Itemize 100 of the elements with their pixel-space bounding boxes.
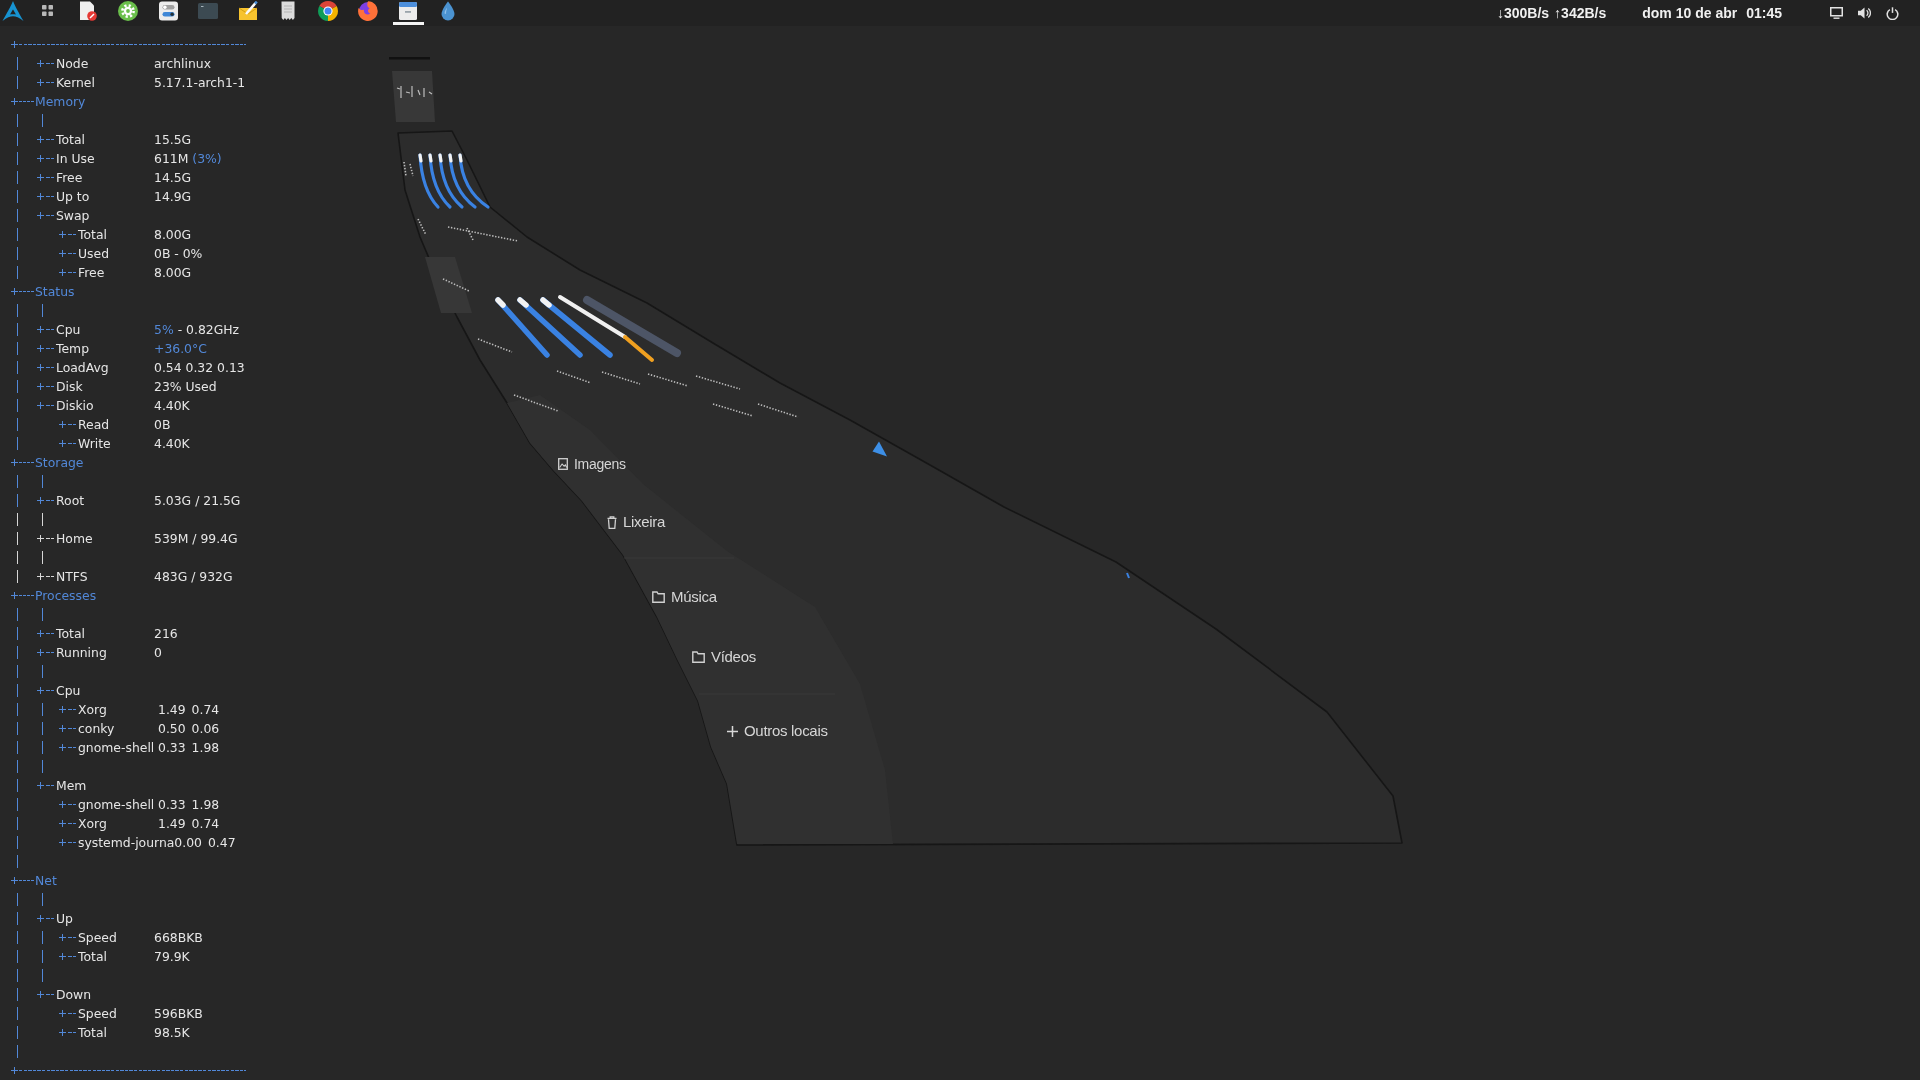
process-value: 0.33 <box>158 739 186 757</box>
tree-label: gnome-shell <box>78 739 155 757</box>
tree-value: 14.9G <box>154 188 192 206</box>
tree-label: Root <box>56 492 85 510</box>
process-value: 1.49 <box>158 815 186 833</box>
sidebar-item[interactable]: Vídeos <box>711 648 756 666</box>
tree-label: Used <box>78 245 109 263</box>
sidebar-item[interactable]: Música <box>671 588 717 606</box>
tree-guide-icon <box>17 855 18 868</box>
tree-branch-icon <box>17 988 54 1001</box>
tree-branch-icon <box>17 342 54 355</box>
clock-time[interactable]: 01:45 <box>1746 4 1782 22</box>
tree-value: 8.00G <box>154 226 192 244</box>
tree-branch-icon <box>17 931 76 944</box>
tree-value: 216 <box>154 625 178 643</box>
sidebar-item[interactable]: Imagens <box>574 455 626 473</box>
tree-branch-icon <box>17 57 54 70</box>
tree-guide-icon <box>17 665 43 678</box>
tree-label: Temp <box>56 340 90 358</box>
tree-value: 0B <box>154 416 171 434</box>
tree-value: 5% <box>154 321 174 339</box>
document-icon <box>79 0 97 21</box>
tree-label: conky <box>78 720 115 738</box>
tree-branch-icon <box>17 247 76 260</box>
tree-label: Home <box>56 530 93 548</box>
tree-value: 15.5G <box>154 131 192 149</box>
process-value: 0.00 <box>174 834 202 852</box>
tree-label: Read <box>78 416 110 434</box>
tree-branch-icon <box>17 950 76 963</box>
tree-branch-icon <box>17 836 76 849</box>
tree-branch-icon <box>11 459 35 466</box>
tree-label: Kernel <box>56 74 95 92</box>
process-value: 0.47 <box>207 834 236 852</box>
process-value: 1.49 <box>158 701 186 719</box>
tree-value: 4.40K <box>154 397 190 415</box>
tree-branch-icon <box>17 722 76 735</box>
tree-label: Speed <box>78 929 117 947</box>
section-title: Memory <box>35 93 86 111</box>
tree-label: Cpu <box>56 682 81 700</box>
tree-value: 668BKB <box>154 929 203 947</box>
tree-label: Total <box>78 1024 107 1042</box>
tree-value: (3%) <box>192 150 222 168</box>
tree-label: Speed <box>78 1005 117 1023</box>
tree-value: 8.00G <box>154 264 192 282</box>
tree-label: Swap <box>56 207 90 225</box>
tree-label: Up to <box>56 188 90 206</box>
tree-branch-icon <box>17 209 54 222</box>
tree-label: Node <box>56 55 89 73</box>
tree-branch-icon <box>17 741 76 754</box>
terminal-icon <box>198 2 218 19</box>
tree-guide-icon <box>17 304 43 317</box>
upload-speed[interactable]: ↑342B/s <box>1554 4 1607 22</box>
tree-label: Mem <box>56 777 87 795</box>
process-value: 0.50 <box>158 720 186 738</box>
tree-value: - 0.82GHz <box>177 321 240 339</box>
tree-guide-icon <box>17 893 43 906</box>
swirl-circle-icon <box>358 0 378 21</box>
tree-guide-icon <box>17 969 43 982</box>
section-title: Status <box>35 283 75 301</box>
folder-icon <box>692 651 705 663</box>
tree-branch-icon <box>17 646 54 659</box>
tree-guide-icon <box>17 1045 18 1058</box>
trash-icon <box>607 515 617 529</box>
tree-branch-icon <box>17 627 54 640</box>
download-speed[interactable]: ↓300B/s <box>1496 4 1550 22</box>
tree-branch-icon <box>17 912 54 925</box>
tree-branch-icon <box>17 1007 76 1020</box>
section-title: Net <box>35 872 57 890</box>
tree-value: 539M / 99.4G <box>154 530 238 548</box>
tree-guide-icon <box>17 760 43 773</box>
tree-label: systemd-journa <box>78 834 175 852</box>
tree-label: Disk <box>56 378 83 396</box>
process-value: 0.06 <box>191 720 220 738</box>
envelope-pen-icon <box>238 0 258 21</box>
process-value: 0.33 <box>158 796 186 814</box>
tree-value: 98.5K <box>154 1024 190 1042</box>
tree-label: Free <box>78 264 105 282</box>
triangle-icon <box>872 441 887 457</box>
tree-branch-icon <box>17 190 54 203</box>
process-value: 0.74 <box>191 815 220 833</box>
volume-icon[interactable] <box>1858 7 1871 19</box>
tree-branch-icon <box>17 361 54 374</box>
sidebar-item[interactable]: Outros locais <box>744 722 828 740</box>
gear-icon <box>118 0 138 21</box>
tree-label: Up <box>56 910 73 928</box>
section-title: Storage <box>35 454 84 472</box>
tree-branch-icon <box>17 380 54 393</box>
tree-branch-icon <box>17 703 76 716</box>
clock-date[interactable]: dom 10 de abr <box>1642 4 1738 22</box>
tree-value: archlinux <box>154 55 211 73</box>
screen-icon[interactable] <box>1830 7 1843 19</box>
sidebar-item[interactable]: Lixeira <box>623 513 666 531</box>
picture-icon <box>558 458 568 470</box>
tree-branch-icon <box>17 418 76 431</box>
power-icon[interactable] <box>1886 6 1899 20</box>
tree-value: 14.5G <box>154 169 192 187</box>
tree-branch-icon <box>17 399 54 412</box>
tree-branch-icon <box>17 798 76 811</box>
tree-value: 4.40K <box>154 435 190 453</box>
tree-branch-icon <box>17 779 54 792</box>
